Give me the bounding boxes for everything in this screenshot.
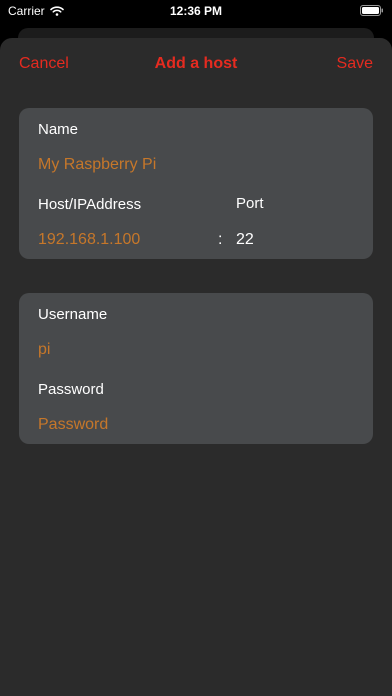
- name-label: Name: [38, 121, 79, 138]
- host-details-card: Name My Raspberry Pi Host/IPAddress Port…: [19, 108, 373, 259]
- port-label: Port: [236, 195, 264, 212]
- credentials-card: Username pi Password Password: [19, 293, 373, 444]
- port-field[interactable]: 22: [236, 231, 254, 249]
- password-field[interactable]: Password: [38, 416, 108, 434]
- page-title: Add a host: [154, 55, 238, 72]
- navigation-bar: Cancel Add a host Save: [0, 55, 392, 77]
- status-bar: Carrier 12:36 PM: [0, 0, 392, 22]
- username-label: Username: [38, 306, 108, 323]
- host-field[interactable]: 192.168.1.100: [38, 231, 140, 249]
- host-port-separator: :: [218, 231, 223, 248]
- save-button[interactable]: Save: [337, 55, 373, 73]
- status-time: 12:36 PM: [169, 4, 223, 18]
- host-label: Host/IPAddress: [38, 196, 142, 213]
- battery-icon: [360, 5, 383, 16]
- username-field[interactable]: pi: [38, 341, 50, 359]
- name-field[interactable]: My Raspberry Pi: [38, 156, 156, 174]
- add-host-sheet: Cancel Add a host Save Name My Raspberry…: [0, 38, 392, 696]
- password-label: Password: [38, 381, 104, 398]
